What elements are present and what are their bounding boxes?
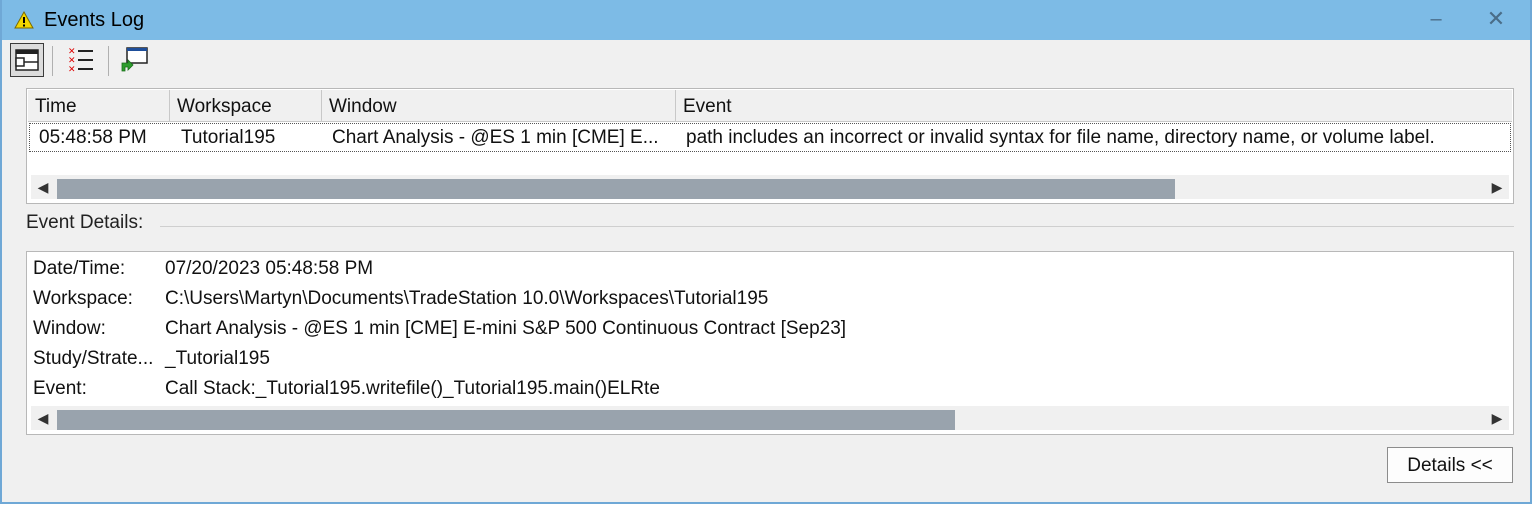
table-row[interactable]: 05:48:58 PM Tutorial195 Chart Analysis -…	[29, 123, 1511, 152]
detail-key: Window:	[33, 318, 106, 339]
section-divider	[160, 226, 1514, 227]
warning-icon	[14, 10, 34, 29]
detail-value: Call Stack:_Tutorial195.writefile()_Tuto…	[165, 378, 660, 399]
goto-window-button[interactable]	[118, 43, 152, 77]
event-details-label: Event Details:	[26, 212, 144, 233]
event-details-panel: Date/Time: 07/20/2023 05:48:58 PM Worksp…	[26, 251, 1514, 435]
toolbar-separator	[52, 46, 53, 76]
scroll-right-arrow-icon[interactable]: ▶	[1485, 175, 1509, 199]
toolbar: ✕ ✕ ✕	[2, 40, 1530, 80]
table-header: Time Workspace Window Event	[28, 90, 1512, 122]
close-button[interactable]: ✕	[1476, 4, 1516, 34]
details-horizontal-scrollbar[interactable]: ◀ ▶	[31, 406, 1509, 430]
minimize-button[interactable]: –	[1416, 4, 1456, 34]
goto-window-icon	[121, 47, 148, 72]
events-log-window: Events Log – ✕ ✕ ✕ ✕ Time Workspace Wind…	[0, 0, 1532, 504]
cell-window: Chart Analysis - @ES 1 min [CME] E...	[332, 127, 659, 148]
column-header-workspace[interactable]: Workspace	[170, 90, 322, 121]
detail-value: Chart Analysis - @ES 1 min [CME] E-mini …	[165, 318, 847, 339]
cell-workspace: Tutorial195	[181, 127, 276, 148]
detail-key: Workspace:	[33, 288, 133, 309]
detail-key: Date/Time:	[33, 258, 126, 279]
details-toggle-button[interactable]: Details <<	[1387, 447, 1513, 483]
window-layout-icon	[15, 49, 39, 71]
cell-time: 05:48:58 PM	[39, 127, 147, 148]
event-list-icon: ✕ ✕ ✕	[68, 47, 93, 75]
detail-value: 07/20/2023 05:48:58 PM	[165, 258, 374, 279]
detail-key: Study/Strate...	[33, 348, 154, 369]
toolbar-separator	[108, 46, 109, 76]
table-horizontal-scrollbar[interactable]: ◀ ▶	[31, 175, 1509, 199]
detail-value: C:\Users\Martyn\Documents\TradeStation 1…	[165, 288, 769, 309]
title-bar[interactable]: Events Log – ✕	[2, 0, 1530, 40]
column-header-event[interactable]: Event	[676, 90, 1512, 121]
window-title: Events Log	[44, 9, 145, 31]
scroll-left-arrow-icon[interactable]: ◀	[31, 406, 55, 430]
cell-event: path includes an incorrect or invalid sy…	[686, 127, 1435, 148]
detail-value: _Tutorial195	[165, 348, 270, 369]
window-layout-button[interactable]	[10, 43, 44, 77]
svg-text:✕: ✕	[68, 65, 76, 75]
column-header-time[interactable]: Time	[28, 90, 170, 121]
event-list-button[interactable]: ✕ ✕ ✕	[64, 43, 98, 77]
detail-key: Event:	[33, 378, 87, 399]
column-header-window[interactable]: Window	[322, 90, 676, 121]
scroll-left-arrow-icon[interactable]: ◀	[31, 175, 55, 199]
events-table: Time Workspace Window Event 05:48:58 PM …	[26, 88, 1514, 204]
scroll-thumb[interactable]	[57, 410, 955, 430]
scroll-thumb[interactable]	[57, 179, 1175, 199]
scroll-right-arrow-icon[interactable]: ▶	[1485, 406, 1509, 430]
